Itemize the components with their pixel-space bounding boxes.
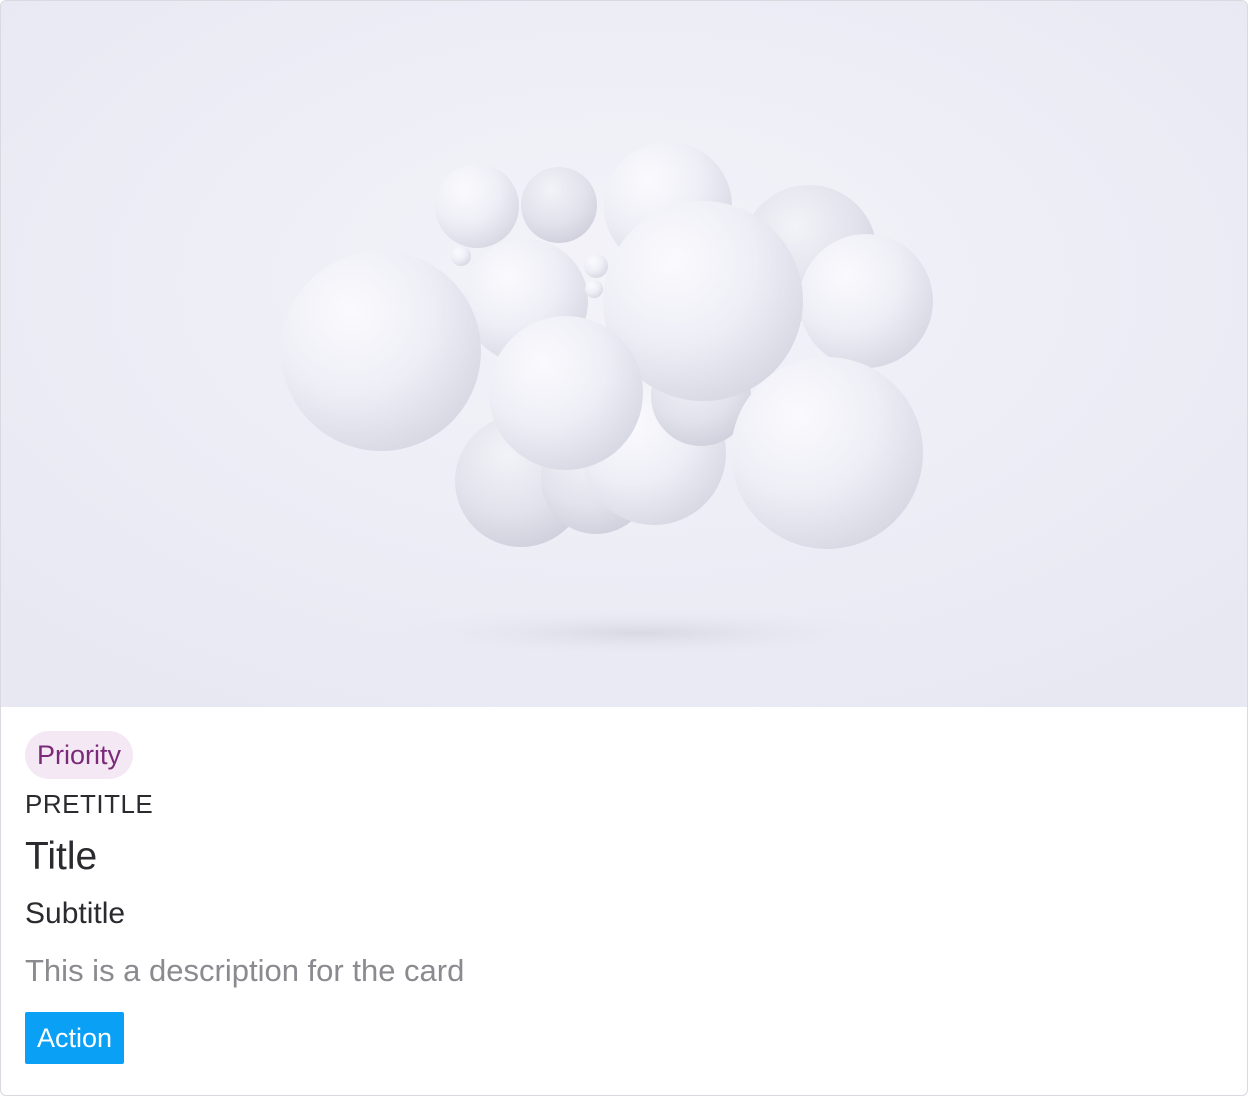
card-pretitle: PRETITLE [25,789,154,819]
card-image [1,1,1247,707]
action-button[interactable]: Action [25,1012,125,1064]
card-description: This is a description for the card [25,953,465,988]
card: Priority PRETITLE Title Subtitle This is… [0,0,1248,1096]
card-subtitle: Subtitle [25,897,126,930]
spheres-cloud-illustration [1,1,1247,707]
priority-badge: Priority [25,731,134,779]
card-title: Title [25,835,98,878]
